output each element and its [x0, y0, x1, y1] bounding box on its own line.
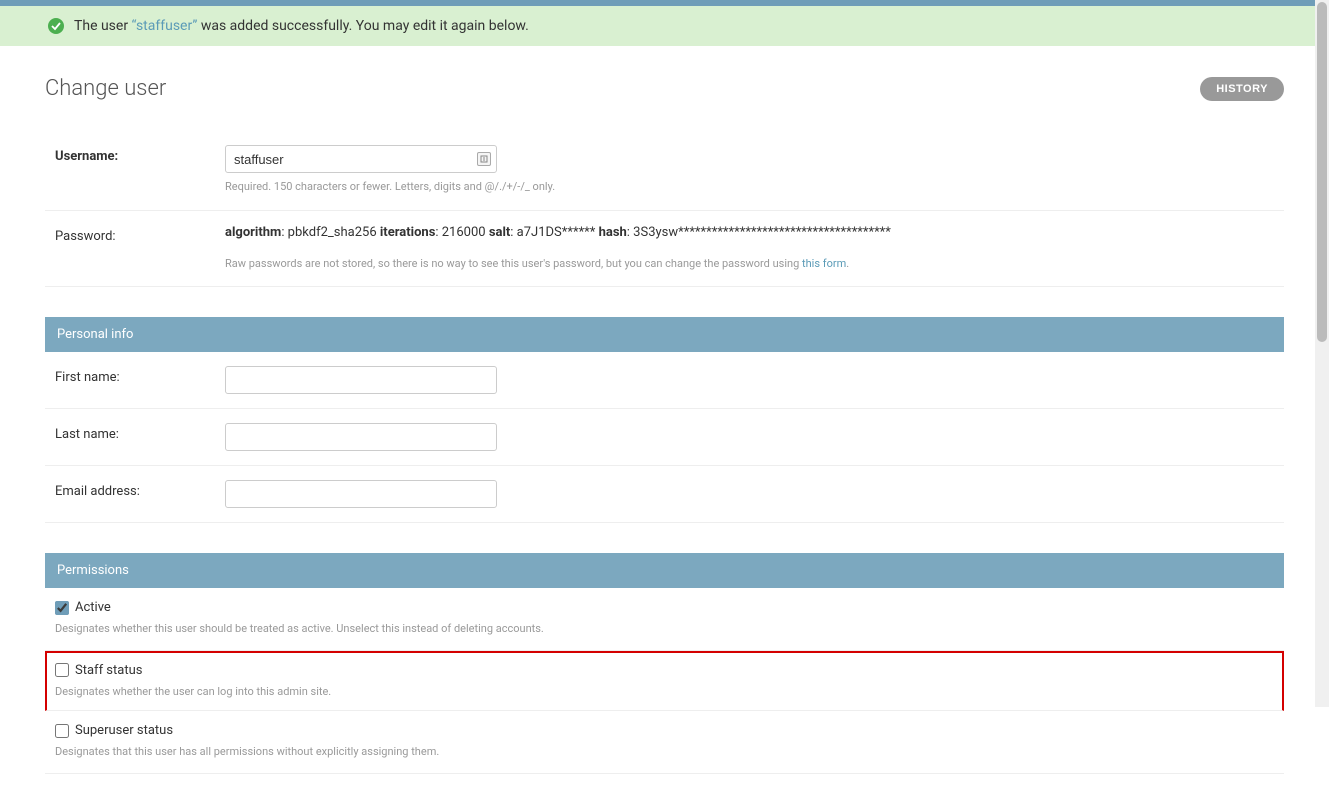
- first-name-label: First name:: [55, 366, 225, 385]
- password-help: Raw passwords are not stored, so there i…: [225, 256, 1274, 273]
- staff-status-row-highlighted: Staff status Designates whether the user…: [45, 651, 1284, 712]
- password-hash-line: algorithm: pbkdf2_sha256 iterations: 216…: [225, 225, 1274, 240]
- username-input[interactable]: [225, 145, 497, 173]
- superuser-help: Designates that this user has all permis…: [55, 744, 1274, 761]
- history-button[interactable]: HISTORY: [1200, 77, 1284, 101]
- active-row: Active Designates whether this user shou…: [45, 588, 1284, 651]
- password-label: Password:: [55, 225, 225, 244]
- active-label: Active: [75, 600, 111, 615]
- username-row: Username: Required. 150 characters or fe…: [45, 131, 1284, 211]
- username-content: Required. 150 characters or fewer. Lette…: [225, 145, 1274, 196]
- email-input[interactable]: [225, 480, 497, 508]
- staff-status-checkbox[interactable]: [55, 663, 69, 677]
- superuser-checkbox[interactable]: [55, 724, 69, 738]
- banner-text: The user “staffuser” was added successfu…: [74, 18, 529, 34]
- username-help: Required. 150 characters or fewer. Lette…: [225, 179, 1274, 196]
- last-name-input[interactable]: [225, 423, 497, 451]
- scrollbar-thumb[interactable]: [1317, 2, 1327, 342]
- permissions-header: Permissions: [45, 553, 1284, 588]
- page-title: Change user: [45, 76, 166, 101]
- success-banner: The user “staffuser” was added successfu…: [0, 6, 1329, 46]
- active-help: Designates whether this user should be t…: [55, 621, 1274, 638]
- password-content: algorithm: pbkdf2_sha256 iterations: 216…: [225, 225, 1274, 273]
- username-label: Username:: [55, 145, 225, 164]
- scrollbar-track[interactable]: [1315, 0, 1329, 707]
- last-name-label: Last name:: [55, 423, 225, 442]
- page-header: Change user HISTORY: [45, 76, 1284, 101]
- email-label: Email address:: [55, 480, 225, 499]
- staff-status-label: Staff status: [75, 663, 142, 678]
- superuser-label: Superuser status: [75, 723, 173, 738]
- check-circle-icon: [48, 18, 64, 34]
- change-password-link[interactable]: this form: [802, 257, 846, 270]
- superuser-row: Superuser status Designates that this us…: [45, 711, 1284, 774]
- active-checkbox[interactable]: [55, 601, 69, 615]
- first-name-row: First name:: [45, 352, 1284, 409]
- email-row: Email address:: [45, 466, 1284, 523]
- first-name-input[interactable]: [225, 366, 497, 394]
- password-row: Password: algorithm: pbkdf2_sha256 itera…: [45, 211, 1284, 288]
- banner-user-link[interactable]: staffuser: [136, 18, 192, 34]
- staff-status-help: Designates whether the user can log into…: [55, 684, 1274, 701]
- main-container: Change user HISTORY Username: Required. …: [0, 46, 1329, 794]
- last-name-row: Last name:: [45, 409, 1284, 466]
- personal-info-header: Personal info: [45, 317, 1284, 352]
